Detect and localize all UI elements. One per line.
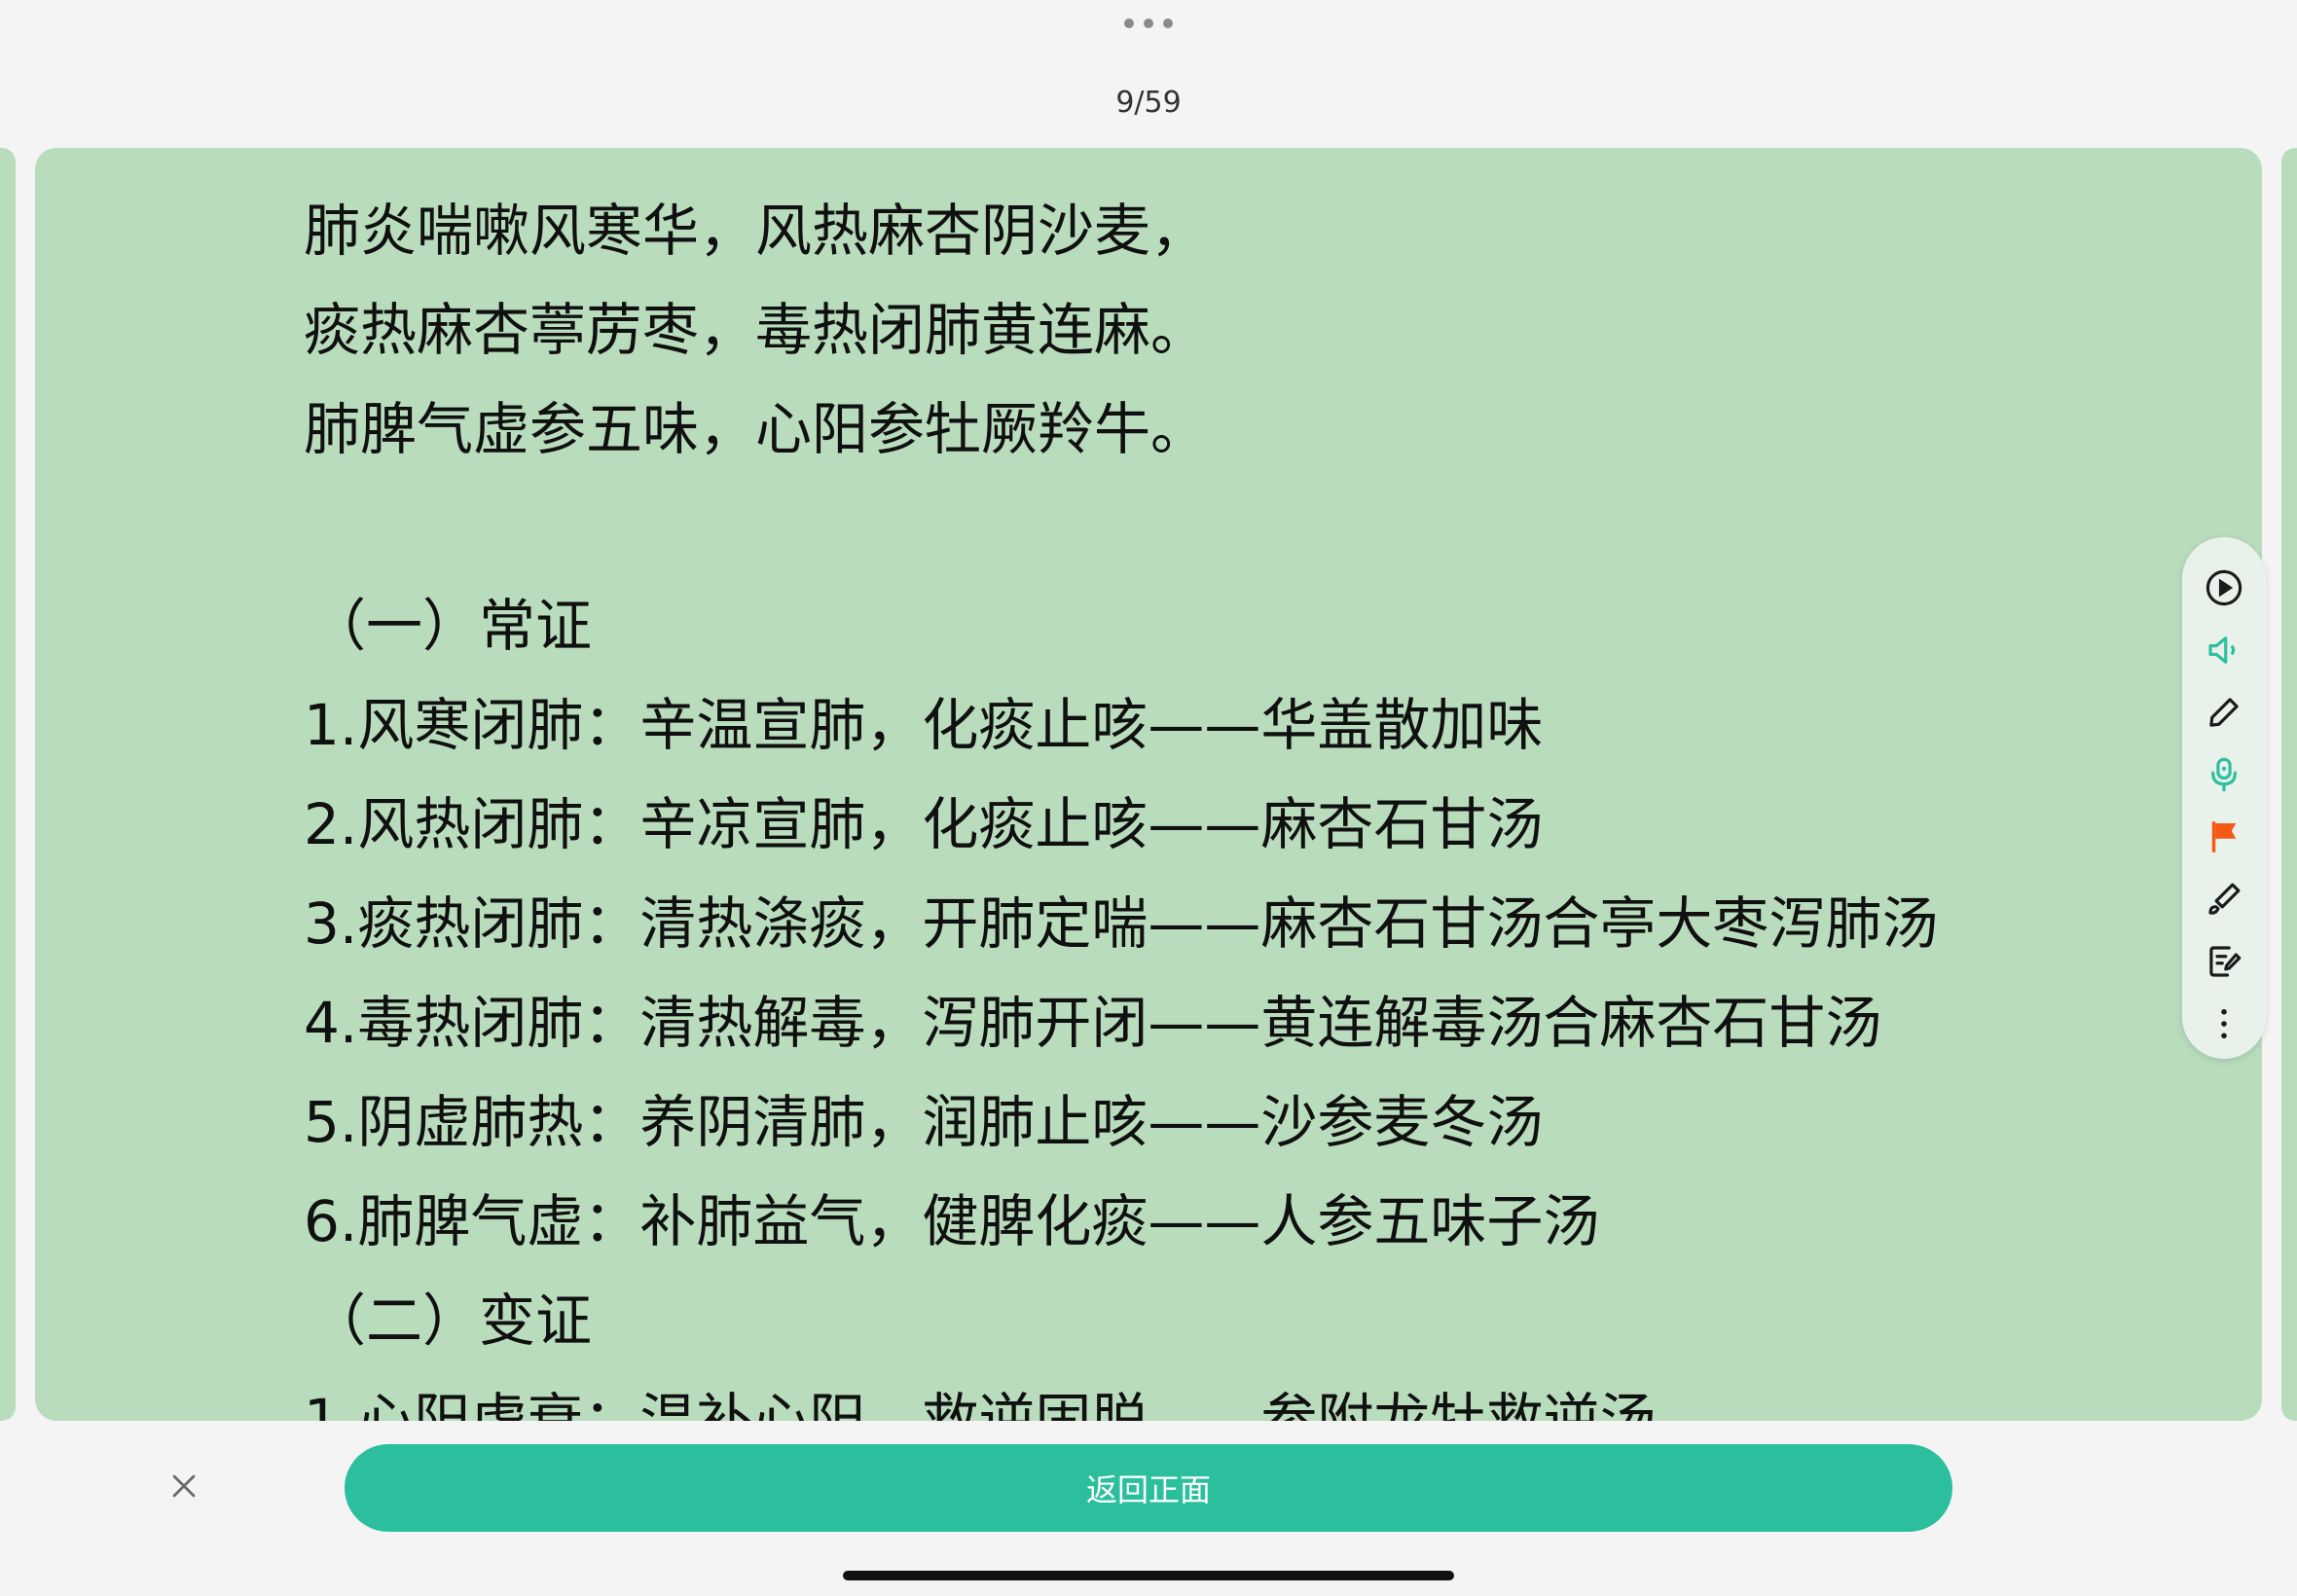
- edit-button[interactable]: [2195, 681, 2253, 744]
- card-back[interactable]: 肺炎喘嗽风寒华，风热麻杏阴沙麦， 痰热麻杏葶苈枣，毒热闭肺黄连麻。 肺脾气虚参五…: [35, 148, 2262, 1421]
- verse-line: 肺脾气虚参五味，心阳参牡厥羚牛。: [304, 396, 1208, 462]
- syndrome-line: 2.风热闭肺：辛凉宣肺，化痰止咳——麻杏石甘汤: [304, 791, 1544, 857]
- speaker-icon: [2208, 636, 2236, 664]
- previous-card-peek[interactable]: [0, 148, 16, 1421]
- syndrome-line: 5.阴虚肺热：养阴清肺，润肺止咳——沙参麦冬汤: [304, 1089, 1544, 1155]
- syndrome-line: 6.肺脾气虚：补肺益气，健脾化痰——人参五味子汤: [304, 1188, 1600, 1254]
- close-icon: [172, 1474, 196, 1498]
- page-indicator: 9/59: [1115, 86, 1182, 120]
- card-content: 肺炎喘嗽风寒华，风热麻杏阴沙麦， 痰热麻杏葶苈枣，毒热闭肺黄连麻。 肺脾气虚参五…: [304, 181, 2153, 1421]
- close-button[interactable]: [162, 1464, 206, 1508]
- section-heading: （二）变证: [310, 1288, 593, 1354]
- flashcard-screen: 9/59 肺炎喘嗽风寒华，风热麻杏阴沙麦， 痰热麻杏葶苈枣，毒热闭肺黄连麻。 肺…: [0, 0, 2297, 1596]
- microphone-icon: [2211, 757, 2237, 792]
- play-icon: [2206, 569, 2242, 606]
- syndrome-line: 1.风寒闭肺：辛温宣肺，化痰止咳——华盖散加味: [304, 692, 1544, 758]
- pencil-icon: [2209, 698, 2239, 727]
- note-edit-icon: [2209, 946, 2242, 977]
- return-to-front-button[interactable]: 返回正面: [345, 1444, 1952, 1532]
- brush-icon: [2208, 883, 2241, 915]
- more-vertical-icon: [2221, 1008, 2227, 1039]
- section-heading: （一）常证: [310, 593, 593, 659]
- notes-button[interactable]: [2195, 930, 2253, 993]
- draw-button[interactable]: [2195, 868, 2253, 930]
- handle-dot: [1144, 18, 1153, 28]
- flag-button[interactable]: [2195, 806, 2253, 868]
- home-indicator[interactable]: [843, 1571, 1454, 1580]
- handle-dot: [1124, 18, 1134, 28]
- top-handle[interactable]: [1124, 18, 1173, 29]
- syndrome-line: 4.毒热闭肺：清热解毒，泻肺开闭——黄连解毒汤合麻杏石甘汤: [304, 990, 1882, 1056]
- floating-toolbar: [2182, 537, 2266, 1059]
- read-aloud-button[interactable]: [2195, 619, 2253, 681]
- verse-line: 肺炎喘嗽风寒华，风热麻杏阴沙麦，: [304, 198, 1208, 264]
- next-card-peek[interactable]: [2281, 148, 2297, 1421]
- voice-button[interactable]: [2195, 744, 2253, 806]
- play-button[interactable]: [2195, 557, 2253, 619]
- syndrome-line: 1.心阳虚衰：温补心阳，救逆固脱——参附龙牡救逆汤: [304, 1387, 1657, 1421]
- flag-icon: [2211, 821, 2237, 852]
- handle-dot: [1163, 18, 1173, 28]
- more-button[interactable]: [2195, 993, 2253, 1055]
- syndrome-line: 3.痰热闭肺：清热涤痰，开肺定喘——麻杏石甘汤合亭大枣泻肺汤: [304, 890, 1939, 957]
- verse-line: 痰热麻杏葶苈枣，毒热闭肺黄连麻。: [304, 297, 1208, 363]
